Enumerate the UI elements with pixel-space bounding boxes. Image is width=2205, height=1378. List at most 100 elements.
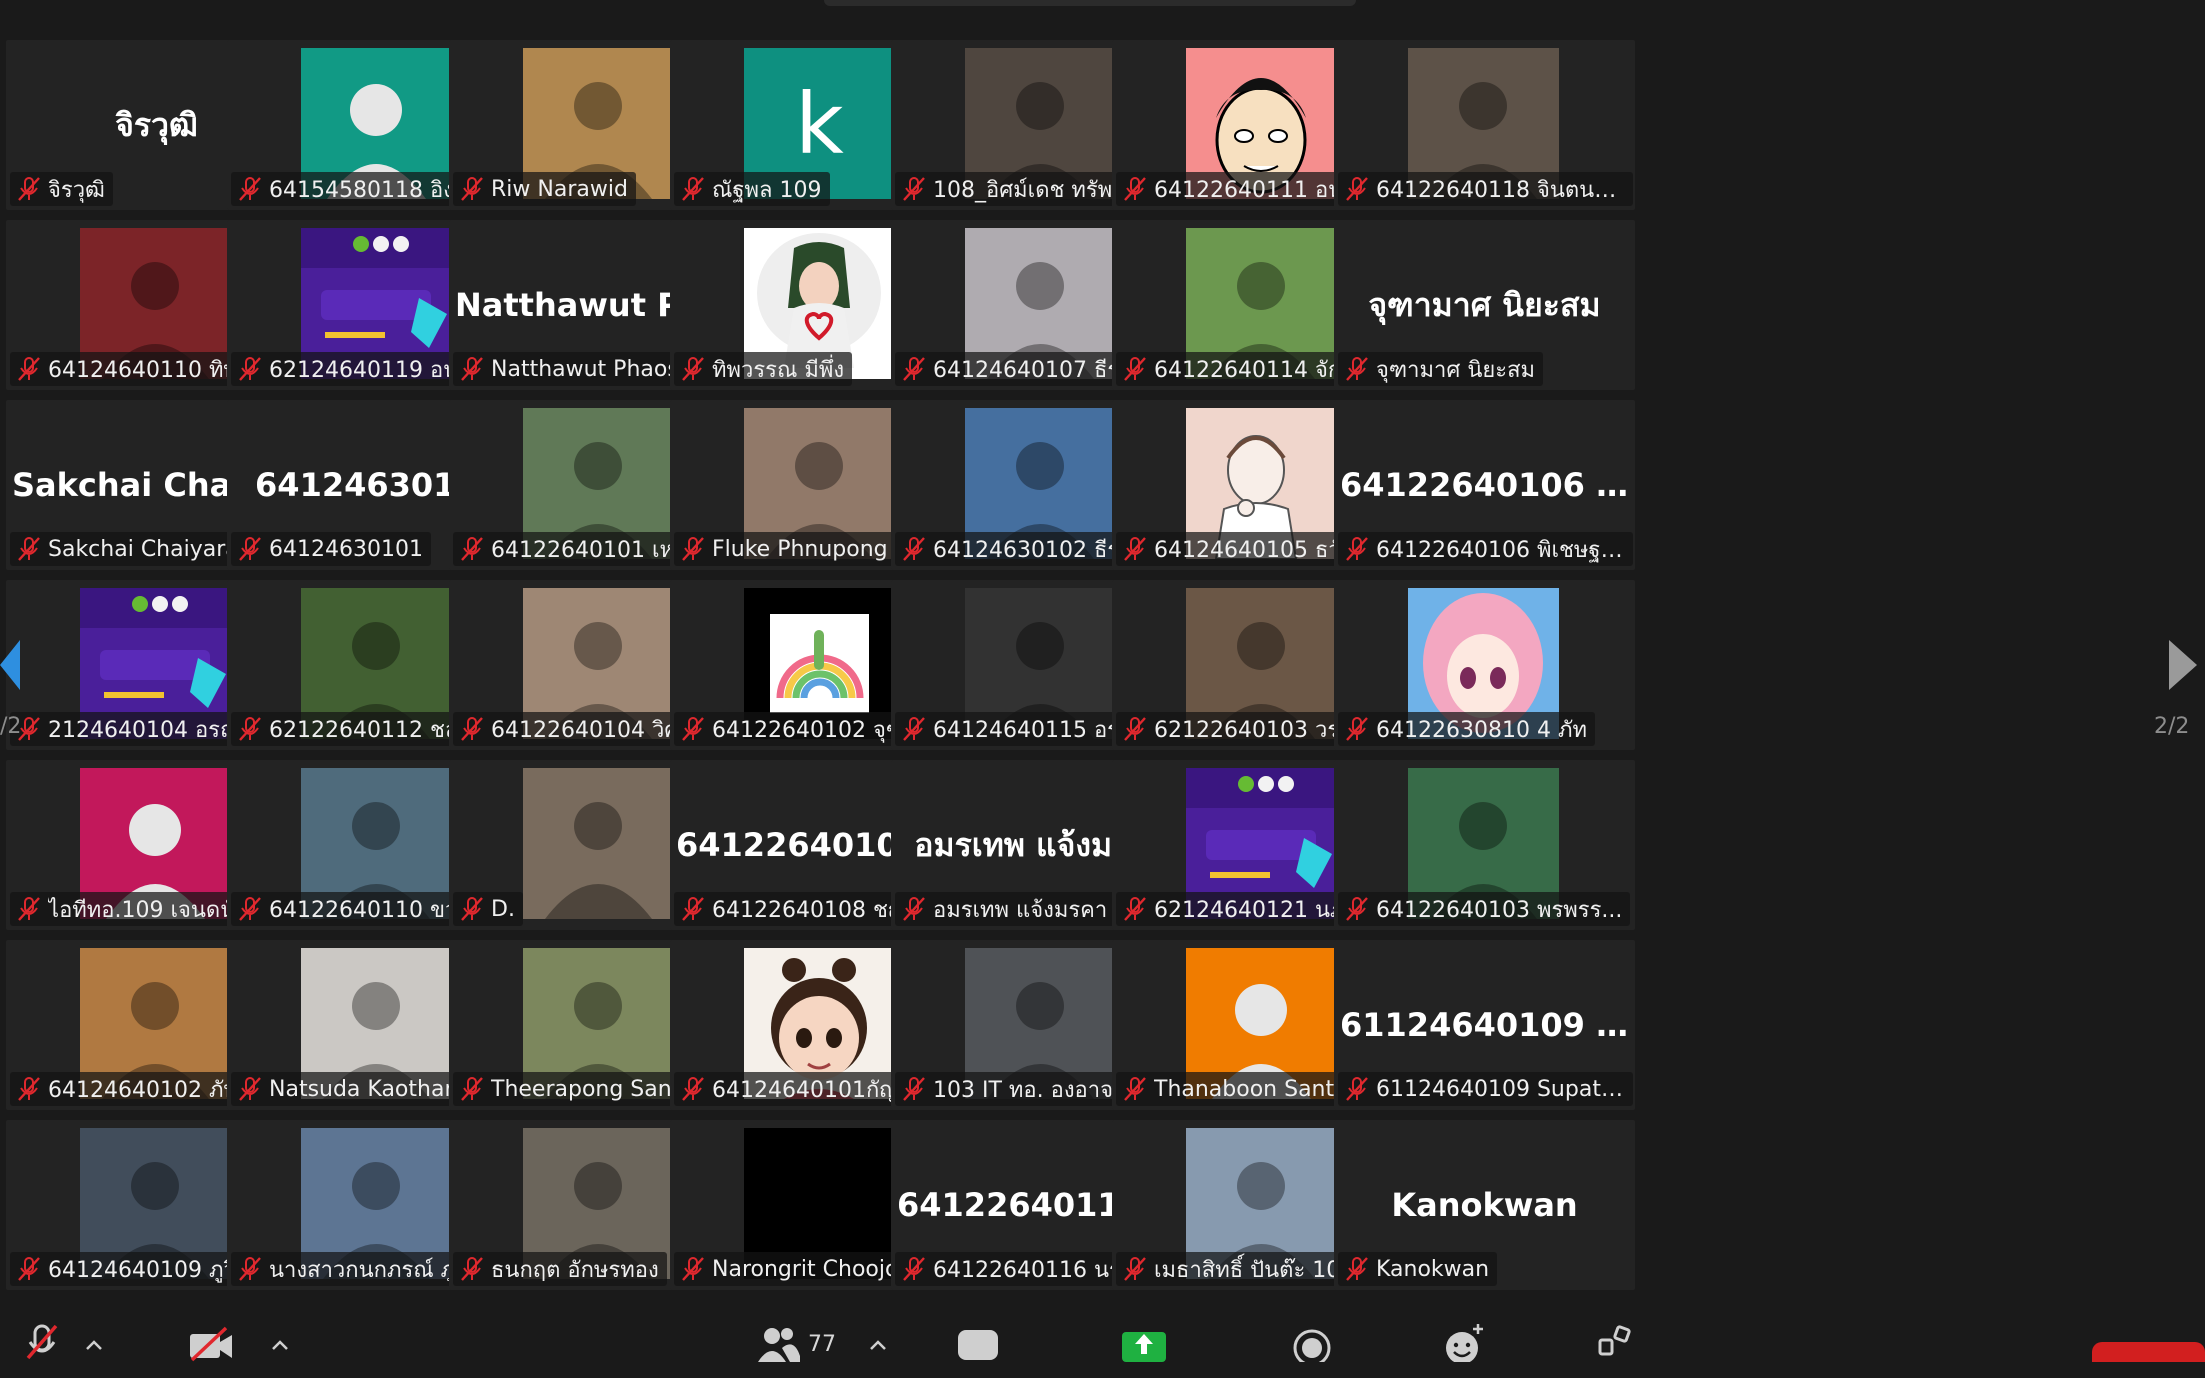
participant-name-label: 64122640103 พรพรร... [1338,892,1631,926]
mic-muted-icon [1122,896,1148,922]
video-options-caret[interactable] [270,1338,290,1378]
mic-muted-icon [1344,716,1370,742]
stop-video-button[interactable] [186,1322,236,1362]
page-indicator-right: 2/2 [2154,714,2190,739]
participants-options-caret[interactable] [868,1338,888,1378]
participant-name-label: 61124640109 Supatch... [1338,1072,1633,1106]
participant-tile[interactable]: จุฑามาศ นิยะสม จุฑามาศ นิยะสม [1334,220,1635,390]
mic-muted-icon [680,536,706,562]
mic-muted-icon [459,1076,485,1102]
participant-name: ธนกฤต อักษรทอง [491,1257,659,1283]
participant-tile[interactable]: 64122640103 พรพรร... [1334,760,1635,930]
participant-name: 64122640103 พรพรร... [1376,897,1623,923]
emoji-add-icon [1446,1324,1483,1362]
mic-muted-icon [1122,1256,1148,1282]
end-meeting-button[interactable] [2092,1342,2205,1362]
participant-name: จิรวุฒิ [48,177,105,203]
mic-muted-icon [1344,1256,1370,1282]
mic-muted-icon [237,896,263,922]
chat-icon [958,1330,998,1360]
mic-muted-icon [1344,176,1370,202]
mic-off-icon [26,1324,58,1360]
participant-name-label: อมรเทพ แจ้งมรคา [895,892,1116,926]
participant-name-label: 64122630810 4 ภัท [1338,712,1595,746]
meeting-toolbar [0,1318,2205,1362]
participants-icon [758,1328,800,1362]
participant-name-label: Sakchai Chaiyarak [10,532,260,566]
mic-muted-icon [680,176,706,202]
participants-button[interactable]: 77 [756,1322,836,1362]
participant-tile[interactable]: 61124640109 S... 61124640109 Supatch... [1334,940,1635,1110]
participant-tile[interactable]: 64122630810 4 ภัท [1334,580,1635,750]
participant-name: ณัฐพล 109 [712,177,822,203]
participant-name: อมรเทพ แจ้งมรคา [933,897,1108,923]
mic-muted-icon [459,716,485,742]
mic-muted-icon [1344,356,1370,382]
chevron-up-icon [272,1340,288,1350]
mic-muted-icon [459,1256,485,1282]
mic-muted-icon [901,536,927,562]
mic-muted-icon [16,356,42,382]
mic-muted-icon [1122,1076,1148,1102]
mic-muted-icon [16,1256,42,1282]
participant-avatar [523,768,674,919]
mic-muted-icon [459,536,485,562]
mic-muted-icon [237,1076,263,1102]
participant-name: Sakchai Chaiyarak [48,536,252,562]
participant-display-name-text: Kanokwan [1391,1186,1578,1224]
record-button[interactable] [1290,1322,1334,1362]
apps-button[interactable] [1596,1322,1636,1362]
chevron-up-icon [86,1340,102,1350]
mic-muted-icon [901,1076,927,1102]
participant-name-label: จุฑามาศ นิยะสม [1338,352,1543,386]
mic-muted-icon [237,716,263,742]
mic-muted-icon [901,356,927,382]
participant-tile[interactable]: 64122640118 จินตนา ... [1334,40,1635,210]
share-screen-icon [1122,1332,1166,1362]
mic-muted-icon [680,356,706,382]
mic-muted-icon [901,1256,927,1282]
chat-button[interactable] [956,1322,1000,1362]
audio-options-caret[interactable] [84,1338,104,1378]
participant-name-label: Riw Narawid [453,172,636,206]
next-page-arrow-icon[interactable] [2161,630,2201,700]
participant-display-name-text: จุฑามาศ นิยะสม [1368,285,1601,324]
mic-muted-icon [901,716,927,742]
participant-name-label: ณัฐพล 109 [674,172,830,206]
participant-name: 61124640109 Supatch... [1376,1076,1625,1102]
participant-name: 64124630101 [269,536,423,562]
participant-name-label: เมธาสิทธิ์ ปันต๊ะ 101 [1116,1252,1363,1286]
mic-muted-icon [16,176,42,202]
participant-name-label: 64122640106 พิเชษฐ แ... [1338,532,1633,566]
participant-name: เมธาสิทธิ์ ปันต๊ะ 101 [1154,1257,1355,1283]
participant-tile[interactable]: Kanokwan Kanokwan [1334,1120,1635,1290]
reactions-button[interactable] [1442,1322,1486,1362]
mic-muted-icon [459,176,485,202]
participant-name: 64122640118 จินตนา ... [1376,177,1625,203]
mic-muted-icon [901,896,927,922]
participant-name: จุฑามาศ นิยะสม [1376,357,1535,383]
mute-button[interactable] [22,1322,62,1362]
participant-tile[interactable]: 64122640106 พิ... 64122640106 พิเชษฐ แ... [1334,400,1635,570]
participant-display-name-text: 61124640109 S... [1340,1006,1629,1044]
participant-name-label: ธนกฤต อักษรทอง [453,1252,667,1286]
mic-muted-icon [16,896,42,922]
participant-name: Narongrit Choojorn [712,1256,922,1282]
mic-muted-icon [1122,536,1148,562]
participant-name: Riw Narawid [491,176,628,202]
mic-muted-icon [237,176,263,202]
video-off-icon [190,1326,232,1362]
mic-muted-icon [1344,896,1370,922]
mic-muted-icon [237,356,263,382]
participant-name: Kanokwan [1376,1256,1490,1282]
mic-muted-icon [237,1256,263,1282]
mic-muted-icon [680,896,706,922]
mic-muted-icon [1344,1076,1370,1102]
chevron-up-icon [870,1340,886,1350]
share-screen-button[interactable] [1120,1322,1168,1362]
mic-muted-icon [901,176,927,202]
participant-display-name-text: 64122640106 พิ... [1340,465,1629,504]
mic-muted-icon [680,1076,706,1102]
gallery-grid: จิรวุฒิ จิรวุฒิ 64154580118 อิงครัต สี... R… [0,0,2205,1290]
prev-page-arrow-icon[interactable] [0,630,22,700]
